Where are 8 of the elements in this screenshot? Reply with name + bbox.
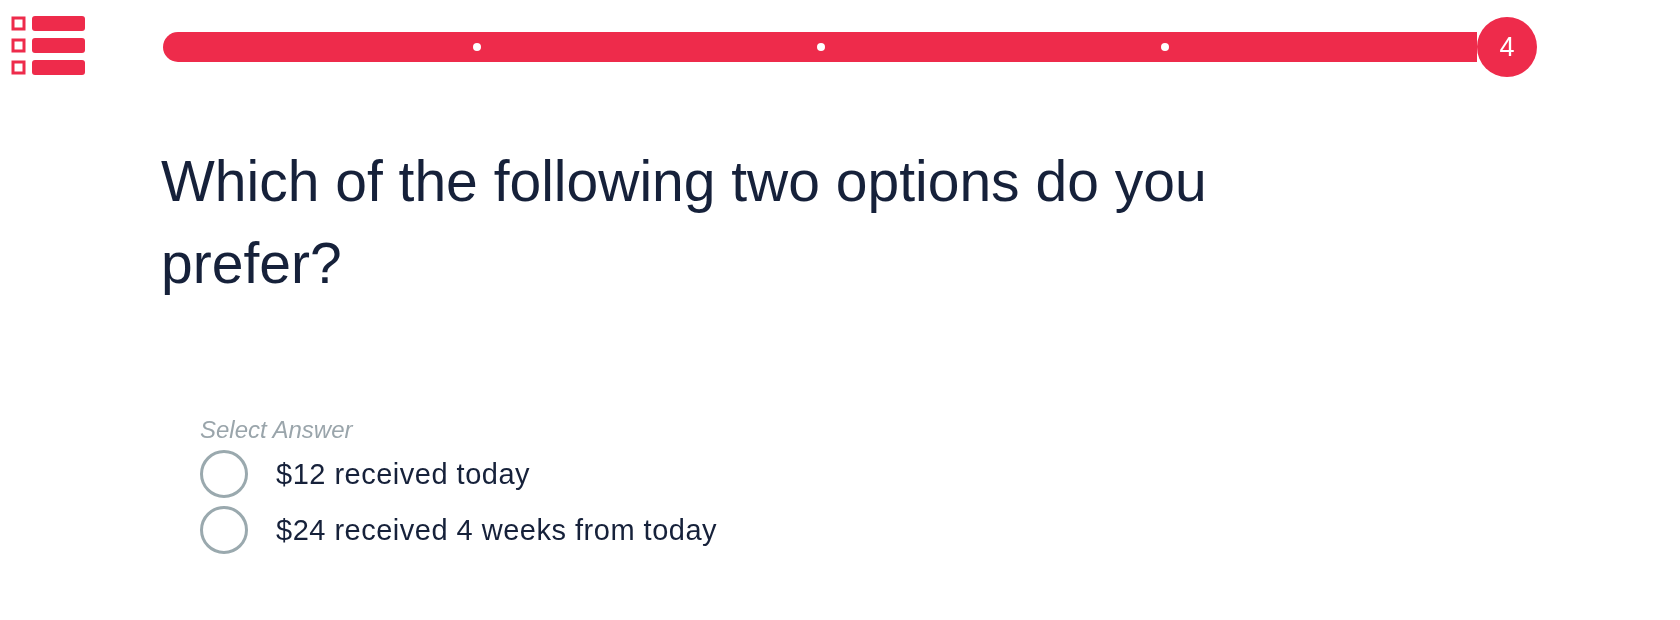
current-step: 4 (1477, 17, 1537, 77)
option-label[interactable]: $24 received 4 weeks from today (276, 513, 718, 547)
option-label[interactable]: $12 received today (276, 457, 531, 491)
question-title: Which of the following two options do you prefer? (161, 148, 1208, 297)
menu-icon[interactable] (11, 16, 85, 78)
radio-button[interactable] (200, 506, 248, 554)
radio-button[interactable] (200, 450, 248, 498)
select-answer-hint: Select Answer (200, 416, 355, 444)
